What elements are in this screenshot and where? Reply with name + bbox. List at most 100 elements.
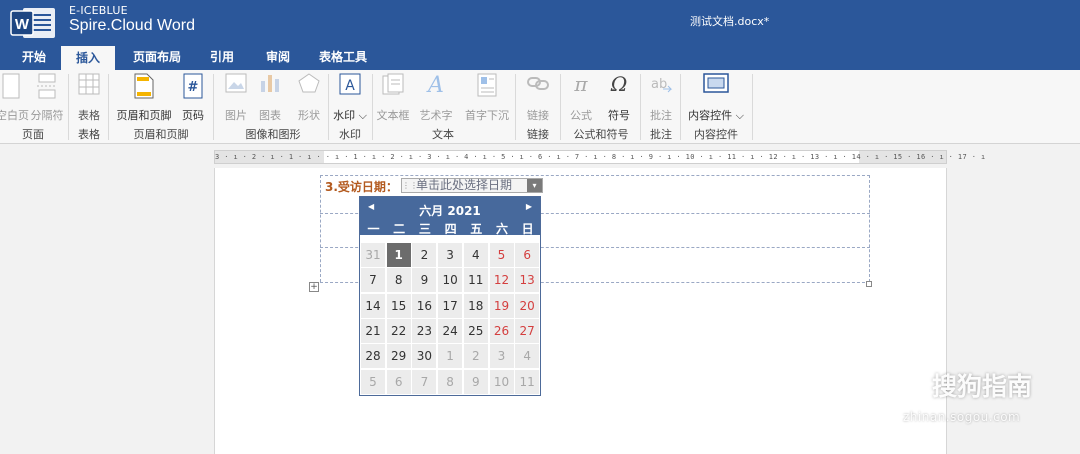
page-number-button[interactable]: # 页码 (178, 70, 208, 126)
svg-text:W: W (15, 16, 30, 33)
calendar-day[interactable]: 28 (361, 344, 385, 369)
content-control-label: 内容控件 (688, 109, 733, 122)
table-resize-handle[interactable] (866, 281, 872, 287)
drag-handle-icon[interactable]: ⋮⋮ (402, 179, 418, 192)
calendar-day[interactable]: 12 (489, 268, 514, 293)
calendar-day[interactable]: 6 (515, 243, 540, 267)
brand-name: Spire.Cloud Word (69, 17, 195, 34)
calendar-day[interactable]: 30 (412, 344, 437, 369)
calendar-day-other-month[interactable]: 10 (489, 369, 514, 394)
calendar-day[interactable]: 19 (489, 293, 514, 318)
title-bar: W E-ICEBLUE Spire.Cloud Word 测试文档.docx* (0, 0, 1080, 44)
watermark-label: 水印 (333, 109, 356, 122)
calendar-day[interactable]: 9 (412, 268, 437, 293)
calendar-day-other-month[interactable]: 6 (386, 369, 411, 394)
watermark-button[interactable]: A 水印 ⌵ (330, 70, 370, 126)
document-page[interactable]: 3.受访日期： ⋮⋮ 单击此处选择日期 ▾ + (214, 168, 947, 454)
svg-text:A: A (426, 73, 444, 95)
tab-references[interactable]: 引用 (200, 44, 244, 70)
calendar-day-other-month[interactable]: 2 (463, 344, 488, 369)
comment-button[interactable]: ab 批注 (646, 70, 676, 126)
tab-table-tools[interactable]: 表格工具 (312, 44, 374, 70)
ribbon-separator (328, 74, 329, 140)
calendar-weekday: 四 (444, 222, 457, 236)
calendar-day-other-month[interactable]: 31 (361, 243, 385, 267)
calendar-day[interactable]: 15 (386, 293, 411, 318)
ribbon-tabs: 开始 插入 页面布局 引用 审阅 表格工具 (0, 44, 1080, 70)
svg-text:A: A (345, 78, 355, 94)
shape-button[interactable]: 形状 (294, 70, 324, 126)
chart-button[interactable]: 图表 (254, 70, 286, 126)
calendar-weekday: 五 (470, 222, 483, 236)
pi-formula-icon: π (573, 73, 588, 95)
calendar-day[interactable]: 13 (515, 268, 540, 293)
svg-text:π: π (573, 73, 588, 95)
svg-text:Ω: Ω (610, 73, 628, 95)
page-break-button[interactable]: 分隔符 (28, 70, 66, 126)
calendar-day[interactable]: 17 (438, 293, 463, 318)
symbol-button[interactable]: Ω 符号 (604, 70, 634, 126)
ribbon: 空白页 分隔符 页面 表格 表格 页眉和页脚 # 页码 页眉和页脚 图片 图表 … (0, 70, 1080, 144)
group-watermark-label: 水印 (339, 128, 361, 141)
calendar-day[interactable]: 8 (386, 268, 411, 293)
dropcap-button[interactable]: 首字下沉 (462, 70, 512, 126)
calendar-day[interactable]: 16 (412, 293, 437, 318)
calendar-day-other-month[interactable]: 5 (361, 369, 385, 394)
link-button[interactable]: 链接 (520, 70, 556, 126)
formula-button[interactable]: π 公式 (566, 70, 596, 126)
horizontal-ruler[interactable]: 3 · ı · 2 · ı · 1 · ı · · ı · 1 · ı · 2 … (214, 150, 985, 164)
calendar-day[interactable]: 5 (489, 243, 514, 267)
calendar-day[interactable]: 1 (386, 243, 411, 267)
calendar-day-other-month[interactable]: 4 (515, 344, 540, 369)
calendar-day[interactable]: 25 (463, 318, 488, 343)
date-picker-calendar: ◀ 六月 2021 ▶ 一二三四五六日 31 1 2 3 4 5 6 7 8 9 10 11 12 13 1… (359, 196, 541, 396)
wordart-button[interactable]: A 艺术字 (416, 70, 456, 126)
ribbon-separator (372, 74, 373, 140)
brand-tagline: E-ICEBLUE (69, 4, 128, 17)
table-move-handle-icon[interactable]: + (309, 282, 319, 292)
calendar-day[interactable]: 10 (438, 268, 463, 293)
omega-symbol-icon: Ω (610, 73, 628, 95)
calendar-day[interactable]: 2 (412, 243, 437, 267)
sogou-logo-icon: S (902, 371, 930, 399)
calendar-day[interactable]: 24 (438, 318, 463, 343)
calendar-day-other-month[interactable]: 3 (489, 344, 514, 369)
dropdown-arrow-icon[interactable]: ▾ (527, 179, 542, 192)
table-button[interactable]: 表格 (72, 70, 106, 126)
header-footer-button[interactable]: 页眉和页脚 (113, 70, 175, 126)
calendar-day[interactable]: 26 (489, 318, 514, 343)
calendar-month-title[interactable]: 六月 2021 (360, 202, 540, 219)
tab-page-layout[interactable]: 页面布局 (127, 44, 187, 70)
header-footer-icon (134, 73, 154, 99)
calendar-day[interactable]: 21 (361, 318, 385, 343)
calendar-day-other-month[interactable]: 11 (515, 369, 540, 394)
calendar-day-other-month[interactable]: 1 (438, 344, 463, 369)
textbox-button[interactable]: 文本框 (374, 70, 412, 126)
date-picker-control[interactable]: ⋮⋮ 单击此处选择日期 ▾ (401, 178, 543, 193)
calendar-day[interactable]: 23 (412, 318, 437, 343)
calendar-day[interactable]: 4 (463, 243, 488, 267)
calendar-day[interactable]: 7 (361, 268, 385, 293)
calendar-day[interactable]: 22 (386, 318, 411, 343)
calendar-weekday: 一 (367, 222, 380, 236)
calendar-day[interactable]: 11 (463, 268, 488, 293)
calendar-day-other-month[interactable]: 8 (438, 369, 463, 394)
content-control-button[interactable]: 内容控件 ⌵ (684, 70, 748, 126)
calendar-day[interactable]: 18 (463, 293, 488, 318)
page-number-icon: # (183, 73, 203, 99)
tab-home[interactable]: 开始 (13, 44, 55, 70)
next-month-icon[interactable]: ▶ (526, 202, 532, 211)
group-page-label: 页面 (22, 128, 44, 141)
blank-page-button[interactable]: 空白页 (0, 70, 29, 126)
calendar-day[interactable]: 20 (515, 293, 540, 318)
calendar-day[interactable]: 27 (515, 318, 540, 343)
tab-insert[interactable]: 插入 (61, 46, 115, 70)
calendar-day[interactable]: 3 (438, 243, 463, 267)
calendar-day-other-month[interactable]: 9 (463, 369, 488, 394)
calendar-day[interactable]: 29 (386, 344, 411, 369)
calendar-day[interactable]: 14 (361, 293, 385, 318)
picture-button[interactable]: 图片 (220, 70, 252, 126)
tab-review[interactable]: 审阅 (256, 44, 300, 70)
date-placeholder[interactable]: 单击此处选择日期 (416, 179, 512, 192)
calendar-day-other-month[interactable]: 7 (412, 369, 437, 394)
